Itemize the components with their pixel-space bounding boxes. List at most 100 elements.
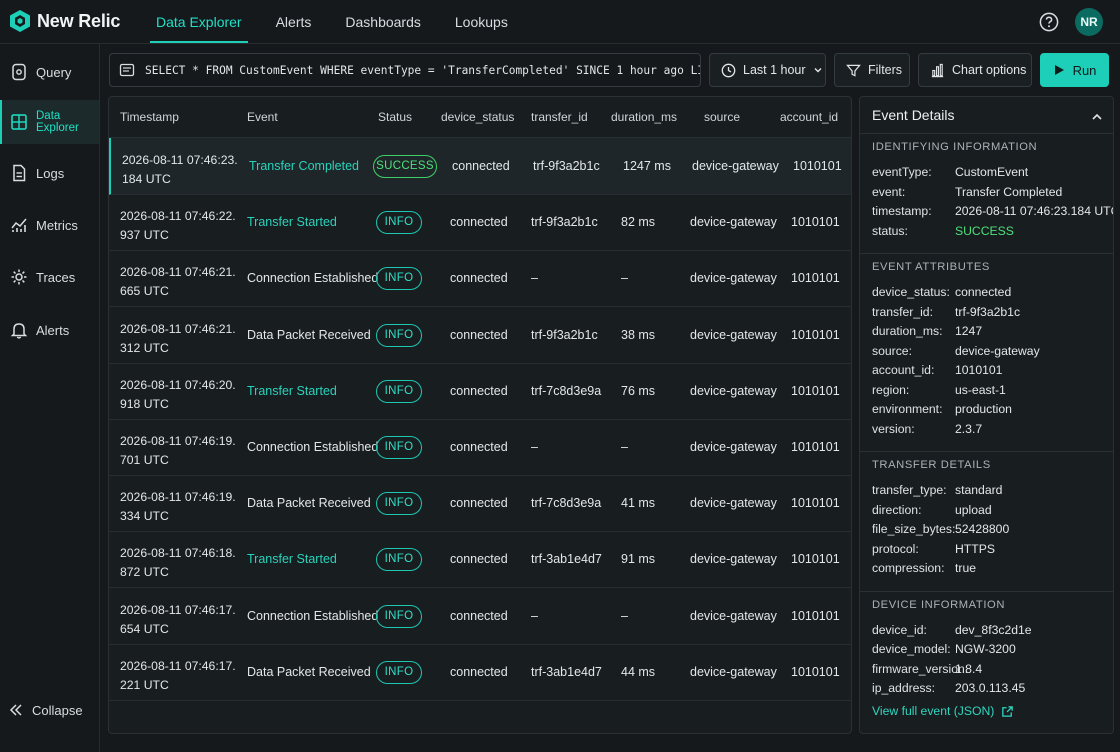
- detail-row: source: device-gateway: [872, 344, 1040, 358]
- cell-transfer-id: trf-9f3a2b1c: [533, 159, 600, 173]
- cell-device-status: connected: [450, 215, 508, 230]
- top-nav-alerts[interactable]: Alerts: [270, 0, 318, 44]
- cell-device-status: connected: [450, 608, 508, 623]
- table-row[interactable]: 2026-08-11 07:46:17. 654 UTC Connection Es…: [109, 588, 851, 645]
- table-row[interactable]: 2026-08-11 07:46:18. 872 UTC Transfer Star…: [109, 531, 851, 589]
- section-divider: [860, 253, 1113, 254]
- column-header-device-status[interactable]: device_status: [441, 97, 514, 137]
- table-row[interactable]: 2026-08-11 07:46:19. 701 UTC Connection Es…: [109, 419, 851, 476]
- play-icon: [1054, 65, 1064, 75]
- cell-device-status: connected: [450, 440, 508, 454]
- cell-device-status: connected: [450, 383, 508, 398]
- section-title: EVENT ATTRIBUTES: [872, 261, 990, 273]
- query-input[interactable]: SELECT * FROM CustomEvent WHERE eventTyp…: [109, 53, 701, 87]
- section-divider: [860, 451, 1113, 452]
- detail-value: us-east-1: [955, 382, 1006, 397]
- column-header-status[interactable]: Status: [378, 97, 412, 137]
- chevron-up-icon[interactable]: [1090, 110, 1104, 124]
- table-row[interactable]: 2026-08-11 07:46:21. 665 UTC Connection Es…: [109, 250, 851, 308]
- timestamp-line-2: 665 UTC: [120, 284, 169, 299]
- top-nav-data-explorer[interactable]: Data Explorer: [150, 0, 248, 44]
- detail-value: device-gateway: [955, 343, 1040, 358]
- detail-row: protocol: HTTPS: [872, 542, 995, 556]
- top-nav-dashboards[interactable]: Dashboards: [339, 0, 427, 44]
- cell-event: Transfer Started: [247, 383, 337, 398]
- detail-value: 2.3.7: [955, 421, 983, 436]
- details-title: Event Details: [872, 107, 955, 123]
- detail-value: trf-9f3a2b1c: [955, 304, 1021, 319]
- column-header-transfer-id[interactable]: transfer_id: [531, 97, 588, 137]
- top-nav-lookups[interactable]: Lookups: [449, 0, 514, 44]
- filters-button[interactable]: Filters: [834, 53, 910, 87]
- table-row[interactable]: 2026-08-11 07:46:17. 221 UTC Data Packet R…: [109, 644, 851, 701]
- detail-value: 52428800: [955, 522, 1010, 536]
- table-row[interactable]: 2026-08-11 07:46:19. 334 UTC Data Packet R…: [109, 475, 851, 533]
- cell-source: device-gateway: [690, 552, 777, 567]
- chart-options-button[interactable]: Chart options: [918, 53, 1032, 87]
- cell-source: device-gateway: [690, 496, 777, 511]
- collapse-label: Collapse: [32, 702, 83, 718]
- column-header-account-id[interactable]: account_id: [780, 97, 838, 137]
- cell-account-id: 1010101: [791, 440, 840, 454]
- detail-key: version:: [872, 421, 915, 436]
- collapse-button[interactable]: Collapse: [8, 702, 83, 718]
- cell-event: Connection Established: [247, 440, 379, 454]
- detail-key: file_size_bytes:: [872, 522, 956, 536]
- detail-key: device_model:: [872, 642, 951, 656]
- detail-row: duration_ms: 1247: [872, 324, 982, 338]
- timestamp-line-1: 2026-08-11 07:46:18.: [120, 546, 236, 561]
- cell-account-id: 1010101: [791, 215, 840, 230]
- detail-row: device_model: NGW-3200: [872, 642, 1016, 656]
- detail-value: production: [955, 402, 1012, 416]
- sidebar-item-data-explorer[interactable]: Data Explorer: [0, 100, 99, 144]
- detail-key: ip_address:: [872, 681, 936, 695]
- cell-transfer-id: trf-9f3a2b1c: [531, 215, 598, 230]
- timestamp-line-1: 2026-08-11 07:46:17.: [120, 658, 236, 673]
- cell-timestamp: 2026-08-11 07:46:17. 654 UTC: [120, 601, 236, 639]
- query-icon: [12, 63, 26, 81]
- detail-key: timestamp:: [872, 204, 932, 218]
- app-logo[interactable]: New Relic: [10, 10, 120, 32]
- column-header-timestamp[interactable]: Timestamp: [120, 97, 179, 137]
- column-header-event[interactable]: Event: [247, 97, 278, 137]
- table-row[interactable]: 2026-08-11 07:46:21. 312 UTC Data Packet R…: [109, 307, 851, 364]
- table-row[interactable]: 2026-08-11 07:46:20. 918 UTC Transfer Star…: [109, 363, 851, 420]
- bar-chart-icon: [931, 63, 944, 77]
- column-header-duration-ms[interactable]: duration_ms: [611, 97, 677, 137]
- cell-device-status: connected: [452, 159, 510, 173]
- sidebar-item-traces[interactable]: Traces: [0, 255, 99, 299]
- sidebar-item-query[interactable]: Query: [0, 50, 99, 94]
- cell-source: device-gateway: [690, 664, 777, 679]
- avatar[interactable]: NR: [1075, 8, 1103, 36]
- query-editor-icon: [119, 63, 135, 77]
- help-icon[interactable]: [1039, 12, 1059, 32]
- run-button[interactable]: Run: [1040, 53, 1109, 87]
- cell-account-id: 1010101: [791, 608, 840, 623]
- cell-transfer-id: trf-3ab1e4d7: [531, 552, 602, 567]
- cell-event: Data Packet Received: [247, 327, 371, 342]
- cell-event: Transfer Started: [247, 215, 337, 230]
- sidebar-item-logs[interactable]: Logs: [0, 151, 99, 195]
- status-badge: INFO: [376, 660, 422, 684]
- cell-event: Data Packet Received: [247, 496, 371, 511]
- table-row[interactable]: 2026-08-11 07:46:23. 184 UTC Transfer Comp…: [109, 138, 851, 195]
- sidebar-item-label: Traces: [36, 269, 76, 285]
- time-range-select[interactable]: Last 1 hour: [709, 53, 826, 87]
- sidebar-item-alerts[interactable]: Alerts: [0, 308, 99, 352]
- detail-value: dev_8f3c2d1e: [955, 622, 1032, 637]
- detail-key: firmware_version:: [872, 661, 969, 676]
- cell-event: Transfer Started: [247, 552, 337, 567]
- detail-key: region:: [872, 382, 910, 397]
- cell-timestamp: 2026-08-11 07:46:20. 918 UTC: [120, 376, 236, 414]
- table-row[interactable]: 2026-08-11 07:46:22. 937 UTC Transfer Star…: [109, 194, 851, 252]
- view-json-link[interactable]: View full event (JSON): [872, 704, 1014, 718]
- cell-transfer-id: trf-9f3a2b1c: [531, 327, 598, 342]
- timestamp-line-1: 2026-08-11 07:46:19.: [120, 490, 236, 505]
- cell-timestamp: 2026-08-11 07:46:21. 665 UTC: [120, 263, 236, 301]
- sidebar: Query Data Explorer Logs Metrics Traces …: [0, 44, 100, 752]
- top-bar: New Relic Data Explorer Alerts Dashboard…: [0, 0, 1120, 44]
- detail-key: compression:: [872, 561, 945, 575]
- column-header-source[interactable]: source: [704, 97, 740, 137]
- cell-duration: 41 ms: [621, 496, 656, 511]
- sidebar-item-metrics[interactable]: Metrics: [0, 203, 99, 247]
